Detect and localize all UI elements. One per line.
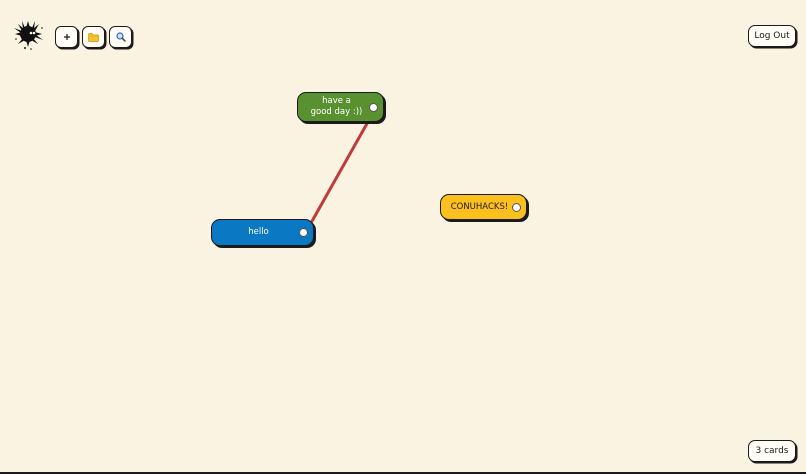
note-card-text: have a good day :)) xyxy=(310,96,363,117)
card-count-badge: 3 cards xyxy=(748,440,796,462)
connect-handle[interactable] xyxy=(512,202,521,212)
note-card-text: hello xyxy=(248,227,269,237)
note-card[interactable]: have a good day :)) xyxy=(297,92,384,122)
connect-handle[interactable] xyxy=(369,102,378,112)
card-count-label: 3 cards xyxy=(755,446,789,456)
note-card[interactable]: CONUHACKS! xyxy=(440,194,527,220)
card-connection-layer xyxy=(309,118,371,225)
note-card[interactable]: hello xyxy=(211,219,314,246)
note-card-text: CONUHACKS! xyxy=(450,201,509,212)
card-connection-line[interactable] xyxy=(309,118,371,225)
connect-handle[interactable] xyxy=(299,228,308,237)
